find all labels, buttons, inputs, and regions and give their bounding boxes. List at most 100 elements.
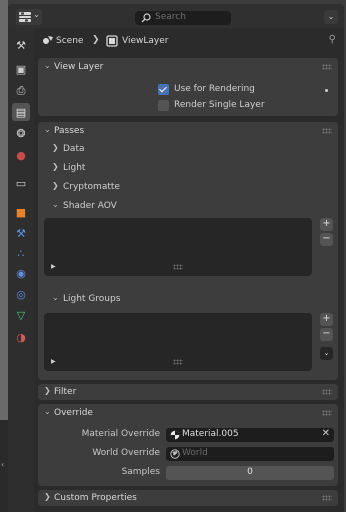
filter-panel-header[interactable]: ❯ Filter (38, 384, 338, 402)
material-override-field[interactable]: Material.005 ✕ (166, 428, 334, 442)
override-panel: ⌄ Override Material Override Material.00… (38, 404, 338, 486)
world-override-field[interactable]: World (166, 447, 334, 461)
collection-tab[interactable]: ▭ (12, 174, 30, 192)
remove-aov-button[interactable]: − (320, 233, 333, 246)
constraints-icon: ◎ (16, 287, 26, 301)
collapse-icon: ⌄ (44, 407, 51, 416)
wrench-icon: ⚒ (16, 226, 26, 240)
output-tab[interactable]: ⎙ (12, 81, 30, 99)
render-single-layer-checkbox[interactable]: Render Single Layer (158, 99, 278, 113)
world-icon (170, 449, 180, 459)
drag-handle-icon[interactable] (322, 128, 332, 134)
properties-editor: ‹ ⌄ Search ⌄ ⚒ ▣ ⎙ ▤ ❂ ● ▭ ■ ⚒ ∴ ◉ ◎ ▽ ◑ (0, 0, 346, 512)
subpanel-label: Light Groups (63, 294, 121, 304)
list-filter-toggle-icon[interactable]: ▶ (51, 263, 56, 270)
chevron-right-icon: ❯ (52, 143, 59, 152)
world-icon: ● (16, 148, 26, 162)
list-resize-handle-icon[interactable] (173, 359, 183, 365)
subpanel-label: Shader AOV (63, 201, 117, 211)
list-filter-toggle-icon[interactable]: ▶ (51, 358, 56, 365)
custom-properties-panel-header[interactable]: ❯ Custom Properties (38, 490, 338, 508)
subpanel-label: Data (63, 144, 85, 154)
editor-type-button[interactable]: ⌄ (16, 9, 42, 25)
object-icon: ■ (15, 205, 27, 219)
samples-row: Samples 0 (38, 466, 338, 480)
subpanel-label: Light (63, 163, 86, 173)
object-tab[interactable]: ■ (12, 203, 30, 221)
checkbox-label: Use for Rendering (174, 84, 255, 94)
field-label: World Override (92, 448, 160, 458)
checkbox-label: Render Single Layer (174, 100, 265, 110)
drag-handle-icon[interactable] (322, 410, 332, 416)
material-tab[interactable]: ◑ (12, 328, 30, 346)
search-field[interactable]: Search (135, 11, 231, 25)
keyframe-dot-icon[interactable] (325, 89, 328, 92)
use-for-rendering-checkbox[interactable]: Use for Rendering (158, 83, 278, 97)
view-layer-panel-header[interactable]: ⌄ View Layer (38, 58, 338, 76)
panel-title: Passes (54, 126, 85, 136)
particles-tab[interactable]: ∴ (12, 244, 30, 262)
scene-icon (43, 36, 53, 44)
list-resize-handle-icon[interactable] (173, 264, 183, 270)
scene-icon: ❂ (16, 126, 26, 140)
tool-icon: ⚒ (16, 38, 26, 52)
modifier-tab[interactable]: ⚒ (12, 224, 30, 242)
expand-arrow-icon[interactable]: ‹ (1, 460, 4, 469)
drag-handle-icon[interactable] (322, 64, 332, 70)
material-override-row: Material Override Material.005 ✕ (38, 428, 338, 442)
chevron-right-icon: ❯ (52, 162, 59, 171)
checkbox-unchecked-icon (158, 100, 169, 111)
drag-handle-icon[interactable] (322, 389, 332, 395)
physics-tab[interactable]: ◉ (12, 264, 30, 282)
panel-title: View Layer (54, 62, 104, 72)
editor-header: ⌄ Search ⌄ (8, 4, 344, 28)
breadcrumb-view-layer[interactable]: ViewLayer (122, 36, 168, 46)
chevron-down-icon: ⌄ (52, 200, 59, 209)
subpanel-label: Cryptomatte (63, 182, 120, 192)
light-group-specials-button[interactable]: ⌄ (320, 347, 333, 360)
checkbox-checked-icon (158, 84, 169, 95)
panel-title: Override (54, 408, 93, 418)
render-tab[interactable]: ▣ (12, 60, 30, 78)
chevron-down-icon: ⌄ (52, 293, 59, 302)
samples-field[interactable]: 0 (166, 466, 334, 480)
header-options-button[interactable]: ⌄ (324, 10, 338, 24)
remove-light-group-button[interactable]: − (320, 328, 333, 341)
output-icon: ⎙ (16, 83, 26, 97)
pin-icon[interactable]: ⚲ (329, 34, 336, 45)
material-icon (170, 430, 180, 440)
particles-icon: ∴ (17, 246, 25, 260)
light-groups-list[interactable]: ▶ (44, 313, 312, 371)
collection-icon: ▭ (15, 176, 27, 190)
tool-tab[interactable]: ⚒ (12, 36, 30, 54)
mesh-data-icon: ▽ (16, 308, 26, 322)
search-placeholder: Search (155, 12, 186, 22)
material-icon: ◑ (16, 330, 26, 344)
properties-content: Scene ❯ ViewLayer ⚲ ⌄ View Layer Use for… (34, 28, 344, 512)
data-tab[interactable]: ▽ (12, 306, 30, 324)
drag-handle-icon[interactable] (322, 495, 332, 501)
chevron-down-icon: ⌄ (33, 10, 40, 19)
scene-tab[interactable]: ❂ (12, 124, 30, 142)
clear-icon[interactable]: ✕ (322, 428, 330, 439)
chevron-right-icon: ❯ (44, 386, 51, 395)
search-icon (141, 13, 151, 23)
properties-editor-icon (19, 12, 31, 22)
passes-panel: ⌄ Passes ❯ Data ❯ Light ❯ Cryptomatte ⌄ … (38, 122, 338, 380)
panel-title: Custom Properties (54, 493, 137, 503)
breadcrumb-scene[interactable]: Scene (56, 36, 83, 46)
constraints-tab[interactable]: ◎ (12, 285, 30, 303)
field-placeholder: World (182, 448, 208, 458)
world-tab[interactable]: ● (12, 146, 30, 164)
render-icon: ▣ (15, 62, 27, 76)
field-label: Samples (121, 467, 160, 477)
view-layer-tab[interactable]: ▤ (12, 103, 30, 121)
add-light-group-button[interactable]: + (320, 313, 333, 326)
add-aov-button[interactable]: + (320, 218, 333, 231)
passes-panel-header[interactable]: ⌄ Passes (38, 122, 338, 140)
custom-properties-panel: ❯ Custom Properties (38, 490, 338, 506)
left-area-edge: ‹ (0, 0, 8, 512)
shader-aov-list[interactable]: ▶ (44, 218, 312, 276)
filter-panel: ❯ Filter (38, 384, 338, 400)
override-panel-header[interactable]: ⌄ Override (38, 404, 338, 422)
